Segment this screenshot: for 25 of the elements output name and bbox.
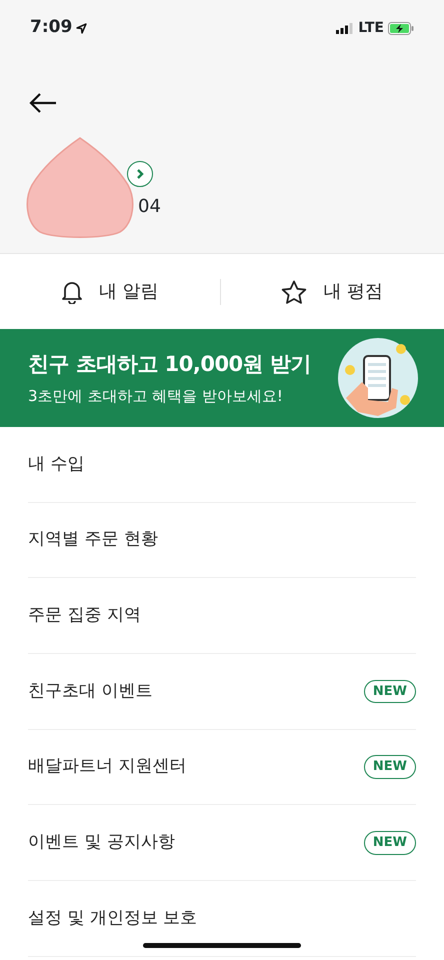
new-badge: NEW: [364, 755, 416, 779]
rating-button[interactable]: 내 평점: [275, 277, 390, 306]
star-icon: [281, 280, 308, 304]
menu-item[interactable]: 지역별 주문 현황: [28, 502, 416, 578]
signal-icon: [336, 22, 354, 34]
menu-item[interactable]: 주문 집중 지역: [28, 578, 416, 654]
bell-icon: [60, 280, 83, 304]
menu-item[interactable]: 친구초대 이벤트 NEW: [28, 654, 416, 730]
network-label: LTE: [358, 18, 384, 38]
menu-item[interactable]: 이벤트 및 공지사항 NEW: [28, 805, 416, 882]
new-badge: NEW: [364, 831, 416, 855]
menu-item[interactable]: 내 수입: [28, 427, 416, 503]
chevron-right-icon: [135, 168, 145, 180]
battery-icon: [388, 22, 414, 34]
new-badge: NEW: [364, 680, 416, 704]
menu-item[interactable]: 배달파트너 지원센터 NEW: [28, 730, 416, 806]
profile-chevron-button[interactable]: [127, 160, 153, 187]
status-time: 7:09: [30, 16, 72, 40]
profile-text: 04: [138, 194, 161, 219]
notification-button[interactable]: 내 알림: [54, 277, 165, 306]
invite-banner[interactable]: 친구 초대하고 10,000원 받기 3초만에 초대하고 혜택을 받아보세요!: [0, 329, 444, 427]
banner-title: 친구 초대하고 10,000원 받기: [28, 351, 311, 378]
back-button[interactable]: [28, 90, 58, 115]
location-icon: [76, 22, 88, 34]
banner-subtitle: 3초만에 초대하고 혜택을 받아보세요!: [28, 386, 284, 406]
